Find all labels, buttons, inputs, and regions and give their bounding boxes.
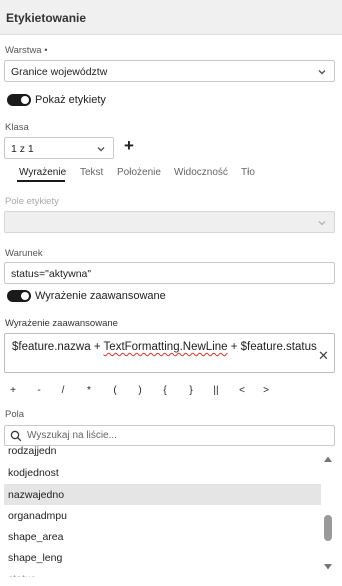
tab-expression[interactable]: Wyrażenie <box>19 167 66 178</box>
fields-search-input[interactable]: Wyszukaj na liście... <box>4 425 335 446</box>
layer-select[interactable]: Granice województw <box>4 60 335 82</box>
operator-multiply-button[interactable]: * <box>82 385 96 396</box>
active-tab-indicator <box>17 180 65 182</box>
operator-close-paren-button[interactable]: ) <box>133 385 147 396</box>
list-item[interactable]: shape_leng <box>4 547 321 568</box>
panel-title: Etykietowanie <box>6 11 87 25</box>
advanced-expression-toggle-label: Wyrażenie zaawansowane <box>35 290 166 302</box>
show-labels-label: Pokaż etykiety <box>35 94 106 106</box>
plus-icon[interactable]: + <box>124 137 134 154</box>
fields-list[interactable]: rodzajjedn kodjednost nazwajedno organad… <box>0 446 322 577</box>
advanced-expression-label: Wyrażenie zaawansowane <box>5 318 118 329</box>
list-item[interactable]: kodjednost <box>4 462 321 483</box>
class-select-value: 1 z 1 <box>11 143 34 155</box>
operator-plus-button[interactable]: + <box>6 385 20 396</box>
advanced-expression-text: $feature.nazwa + TextFormatting.NewLine … <box>12 341 317 353</box>
class-label: Klasa <box>5 122 29 133</box>
bottom-fade <box>0 570 342 586</box>
operator-minus-button[interactable]: - <box>32 385 46 396</box>
class-select[interactable]: 1 z 1 <box>4 137 114 159</box>
fields-scrollbar[interactable] <box>322 452 334 574</box>
condition-label: Warunek <box>5 248 43 259</box>
layer-select-value: Granice województw <box>11 66 108 78</box>
label-field-select <box>4 211 335 233</box>
chevron-down-icon <box>318 221 326 226</box>
advanced-expression-editor[interactable]: $feature.nazwa + TextFormatting.NewLine … <box>4 333 335 373</box>
tab-visibility[interactable]: Widoczność <box>174 167 228 178</box>
tab-text[interactable]: Tekst <box>80 167 103 178</box>
operator-less-than-button[interactable]: < <box>235 385 249 396</box>
list-item[interactable]: rodzajjedn <box>4 446 321 461</box>
close-icon[interactable]: ✕ <box>318 348 329 364</box>
fields-label: Pola <box>5 409 25 420</box>
operator-open-paren-button[interactable]: ( <box>108 385 122 396</box>
label-field-label: Pole etykiety <box>5 196 59 207</box>
tab-background[interactable]: Tło <box>241 167 255 178</box>
fields-search-placeholder: Wyszukaj na liście... <box>27 430 117 441</box>
chevron-down-icon <box>318 70 326 75</box>
scroll-up-icon[interactable] <box>323 455 333 463</box>
list-item-selected[interactable]: nazwajedno <box>4 484 321 505</box>
search-icon <box>10 430 22 442</box>
operator-greater-than-button[interactable]: > <box>259 385 273 396</box>
condition-value: status="aktywna" <box>11 268 92 280</box>
list-item[interactable]: organadmpu <box>4 505 321 526</box>
tab-placement[interactable]: Położenie <box>117 167 161 178</box>
advanced-expression-toggle[interactable] <box>7 290 31 302</box>
operator-or-button[interactable]: || <box>209 385 223 396</box>
scrollbar-thumb[interactable] <box>324 515 332 541</box>
operator-open-brace-button[interactable]: { <box>158 385 172 396</box>
layer-label: Warstwa • <box>5 45 48 56</box>
operator-divide-button[interactable]: / <box>56 385 70 396</box>
list-item[interactable]: shape_area <box>4 526 321 547</box>
operator-close-brace-button[interactable]: } <box>184 385 198 396</box>
chevron-down-icon <box>97 147 105 152</box>
panel-header: Etykietowanie <box>0 0 342 35</box>
show-labels-toggle[interactable] <box>7 94 31 106</box>
condition-input[interactable]: status="aktywna" <box>4 262 335 284</box>
